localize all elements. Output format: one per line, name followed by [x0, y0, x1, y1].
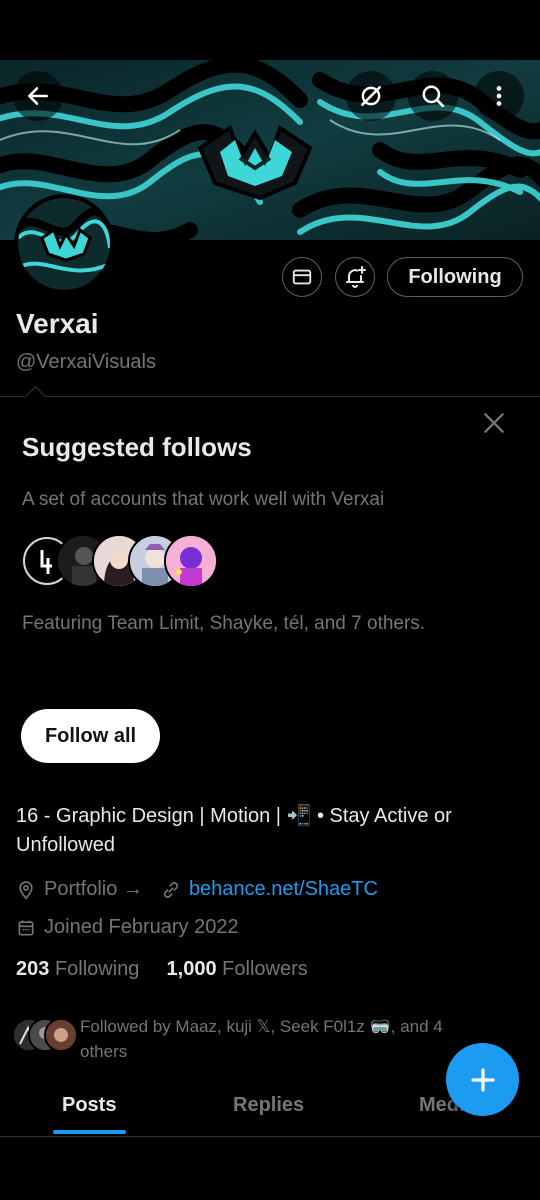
followed-by-text: Followed by Maaz, kuji 𝕏, Seek F0l1z 🥽, …: [80, 1017, 443, 1061]
suggested-follows-title: Suggested follows: [22, 432, 252, 462]
following-button[interactable]: Following: [387, 257, 523, 297]
followed-by-avatars: [12, 1018, 78, 1052]
message-button[interactable]: [282, 257, 322, 297]
following-stat[interactable]: 203 Following: [16, 958, 139, 980]
card-pointer: [24, 385, 47, 408]
more-vertical-icon: [496, 86, 502, 106]
grok-icon: [361, 86, 381, 106]
website-row: Portfolio → behance.net/ShaeTC: [16, 878, 378, 901]
followers-stat[interactable]: 1,000 Followers: [167, 958, 308, 980]
profile-avatar[interactable]: [14, 194, 114, 294]
following-label: Following: [54, 958, 140, 980]
suggested-avatar: [164, 534, 218, 588]
notifications-button[interactable]: [335, 257, 375, 297]
follow-stats: 203 Following 1,000 Followers: [16, 958, 308, 981]
follow-all-button[interactable]: Follow all: [21, 709, 160, 763]
profile-bio: 16 - Graphic Design | Motion | 📲 • Stay …: [16, 805, 452, 856]
back-button[interactable]: [13, 71, 63, 121]
profile-handle: @VerxaiVisuals: [16, 351, 156, 373]
search-button[interactable]: [408, 71, 458, 121]
tab-replies[interactable]: Replies: [233, 1094, 304, 1117]
followers-count: 1,000: [166, 958, 217, 980]
profile-name: Verxai: [16, 308, 99, 339]
website-label: Portfolio →: [44, 878, 143, 900]
featuring-text: Featuring Team Limit, Shayke, tél, and 7…: [22, 613, 426, 634]
followed-by-row[interactable]: Followed by Maaz, kuji 𝕏, Seek F0l1z 🥽, …: [12, 1014, 482, 1064]
joined-date: Joined February 2022: [44, 916, 239, 938]
bell-plus-icon: [346, 266, 366, 288]
section-divider: [0, 396, 540, 397]
search-icon: [422, 85, 445, 108]
status-bar: [0, 0, 540, 60]
followed-by-avatar: [44, 1018, 78, 1052]
back-arrow-icon: [28, 87, 48, 105]
following-count: 203: [16, 958, 50, 980]
active-tab-indicator: [53, 1130, 126, 1134]
joined-row: Joined February 2022: [16, 916, 239, 939]
grok-button[interactable]: [346, 71, 396, 121]
website-link[interactable]: behance.net/ShaeTC: [189, 878, 378, 901]
plus-icon: [470, 1067, 495, 1092]
link-icon: [163, 881, 179, 898]
calendar-icon: [18, 920, 34, 935]
compose-button[interactable]: [446, 1043, 519, 1116]
followers-label: Followers: [222, 958, 308, 980]
location-pin-icon: [19, 880, 33, 900]
tab-posts[interactable]: Posts: [62, 1094, 116, 1117]
suggested-avatars[interactable]: [20, 534, 220, 588]
envelope-icon: [292, 269, 312, 285]
close-icon[interactable]: [481, 410, 507, 436]
suggested-follows-subtitle: A set of accounts that work well with Ve…: [22, 489, 385, 510]
more-button[interactable]: [474, 71, 524, 121]
